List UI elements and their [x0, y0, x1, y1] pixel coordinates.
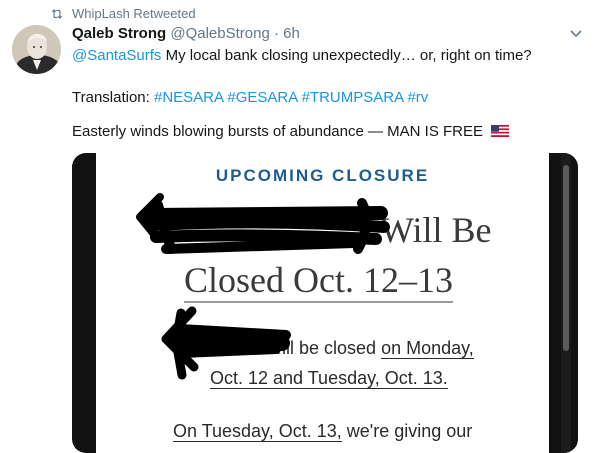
author-handle[interactable]: @QalebStrong: [170, 25, 269, 42]
retweet-icon: [51, 8, 63, 19]
us-flag-icon: [491, 125, 510, 137]
author-name[interactable]: Qaleb Strong: [72, 25, 166, 42]
redaction-scribble: [136, 193, 390, 380]
tweet-header: Qaleb Strong @QalebStrong · 6h: [72, 25, 300, 42]
retweet-label: WhipLash Retweeted: [72, 6, 196, 21]
hashtag-link[interactable]: #GESARA: [227, 89, 297, 106]
tweet-media[interactable]: UPCOMING CLOSURE Will Be Closed Oct. 12–…: [72, 153, 578, 453]
hashtag-link[interactable]: #rv: [407, 89, 428, 106]
tweet-line-3: Easterly winds blowing bursts of abundan…: [72, 122, 510, 142]
tweet-text-3: Easterly winds blowing bursts of abundan…: [72, 123, 484, 140]
header-separator: ·: [269, 25, 284, 42]
notice-image: UPCOMING CLOSURE Will Be Closed Oct. 12–…: [96, 153, 549, 453]
tweet-time[interactable]: 6h: [283, 25, 300, 42]
avatar[interactable]: [12, 25, 61, 74]
tweet-line-2: Translation: #NESARA #GESARA #TRUMPSARA …: [72, 88, 428, 108]
hashtag-link[interactable]: #NESARA: [154, 89, 223, 106]
chevron-down-icon[interactable]: [570, 28, 582, 40]
scrollbar-thumb[interactable]: [563, 165, 569, 351]
mention-link[interactable]: @SantaSurfs: [72, 47, 161, 64]
translation-label: Translation:: [72, 89, 154, 106]
hashtag-link[interactable]: #TRUMPSARA: [302, 89, 404, 106]
tweet-text-1: My local bank closing unexpectedly… or, …: [161, 47, 532, 64]
tweet-line-1: @SantaSurfs My local bank closing unexpe…: [72, 46, 532, 66]
retweet-context[interactable]: WhipLash Retweeted: [50, 6, 196, 21]
image-scrollbar[interactable]: [561, 153, 571, 453]
